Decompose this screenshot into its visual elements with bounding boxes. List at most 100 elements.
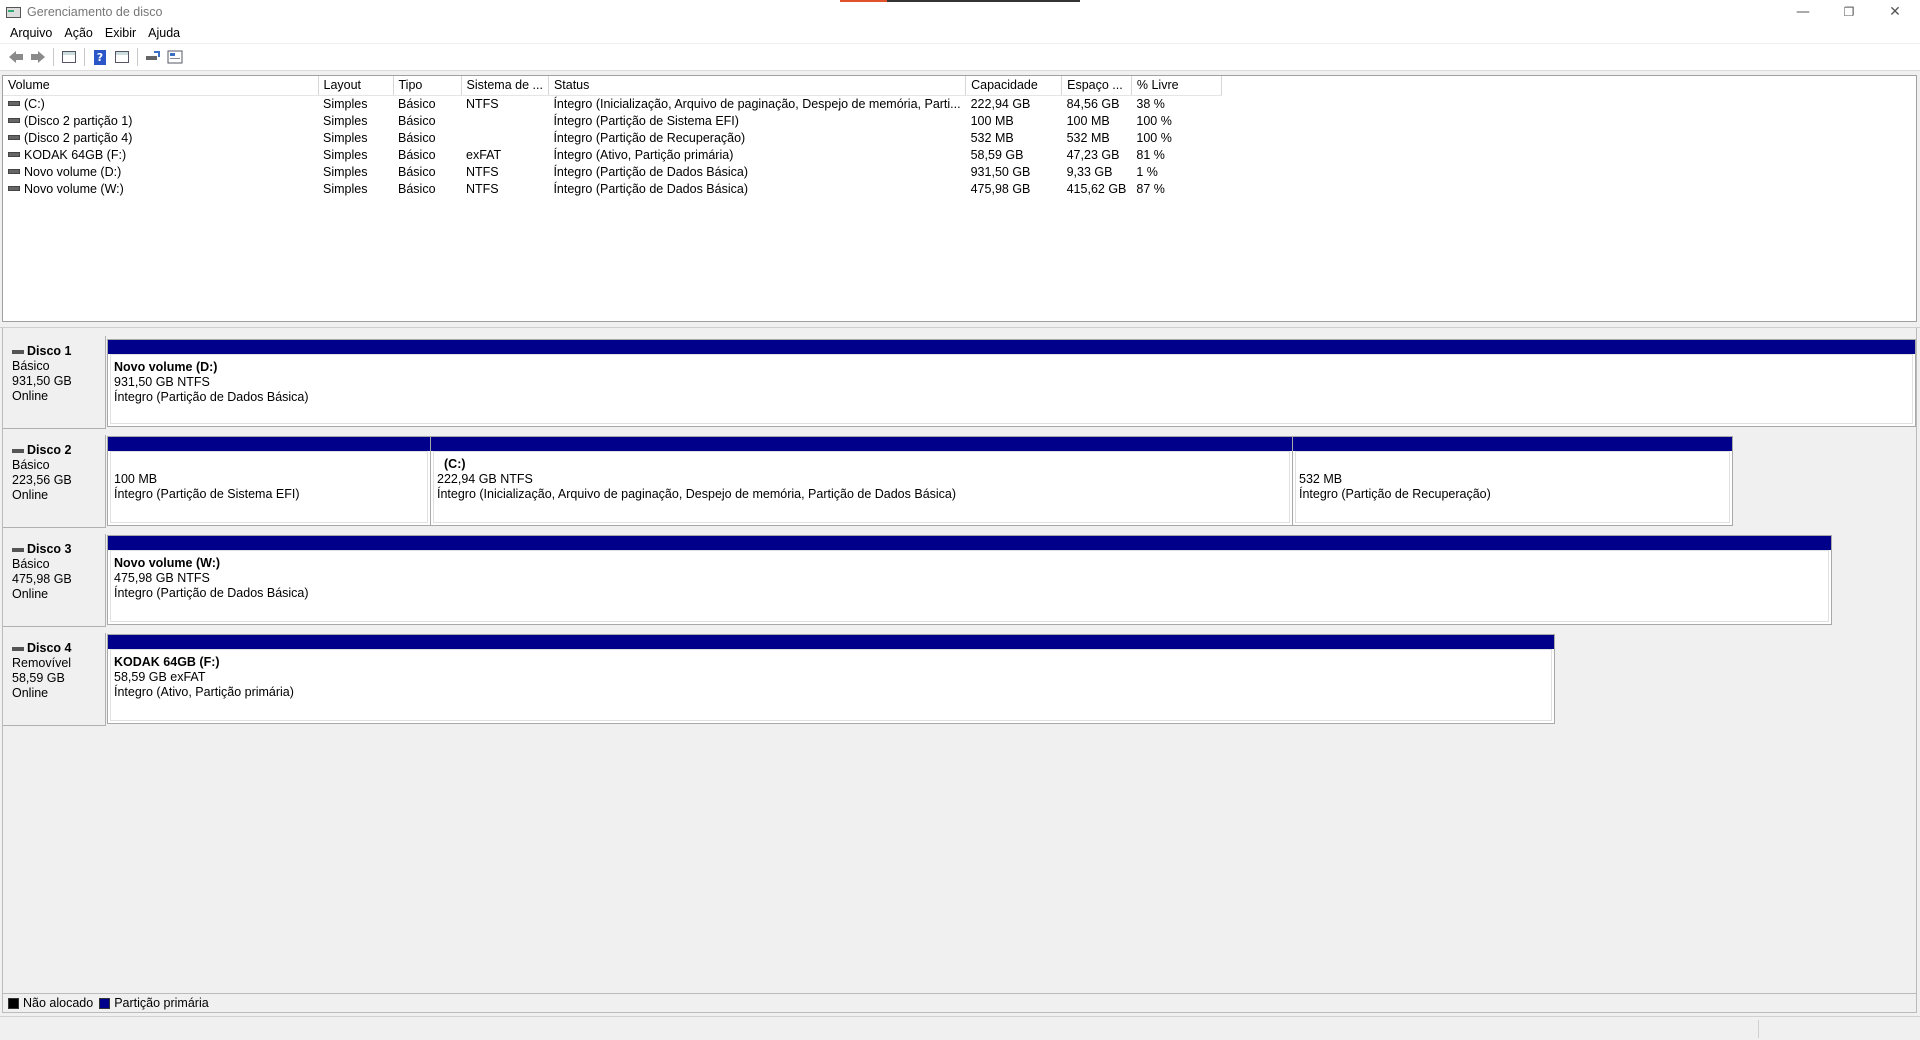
disk-management-app-icon <box>5 4 21 20</box>
layout-cell: Simples <box>323 113 368 128</box>
rescan-icon[interactable] <box>142 46 164 68</box>
tipo-cell: Básico <box>398 130 436 145</box>
tipo-cell: Básico <box>398 113 436 128</box>
partition-status: Íntegro (Inicialização, Arquivo de pagin… <box>437 487 957 501</box>
disk-list-icon[interactable] <box>164 46 186 68</box>
status-cell: Íntegro (Ativo, Partição primária) <box>553 147 734 162</box>
disk-name: Disco 2 <box>12 443 105 458</box>
column-header-volume[interactable]: Volume <box>3 76 319 96</box>
partition-d[interactable]: Novo volume (D:) 931,50 GB NTFS Íntegro … <box>107 339 1916 427</box>
filesystem-cell: NTFS <box>466 164 499 179</box>
partition-size: 58,59 GB exFAT <box>114 670 206 684</box>
disk-graphical-view: Disco 1 Básico 931,50 GB Online Novo vol… <box>2 328 1917 993</box>
volume-cell: Novo volume (W:) <box>3 180 318 197</box>
column-header-tipo[interactable]: Tipo <box>393 76 462 96</box>
filesystem-cell: exFAT <box>466 147 502 162</box>
capacity-cell: 475,98 GB <box>970 181 1031 196</box>
disk-type: Básico <box>12 359 50 373</box>
back-arrow-icon[interactable] <box>5 46 27 68</box>
free-space-cell: 100 MB <box>1066 113 1110 128</box>
status-cell: Íntegro (Partição de Dados Básica) <box>553 181 748 196</box>
primary-partition-bar <box>108 437 430 451</box>
partition-name: KODAK 64GB (F:) <box>114 655 220 669</box>
partition-name <box>1299 457 1728 472</box>
disk-size: 475,98 GB <box>12 572 72 586</box>
partition-name <box>114 457 426 472</box>
partition-efi[interactable]: 100 MB Íntegro (Partição de Sistema EFI) <box>107 436 431 526</box>
status-cell: Íntegro (Partição de Recuperação) <box>553 130 746 145</box>
partition-size: 475,98 GB NTFS <box>114 571 210 585</box>
layout-cell: Simples <box>323 96 368 111</box>
free-space-cell: 9,33 GB <box>1066 164 1113 179</box>
partition-c[interactable]: (C:) 222,94 GB NTFS Íntegro (Inicializaç… <box>430 436 1293 526</box>
column-header-layout[interactable]: Layout <box>318 76 394 96</box>
help-icon[interactable]: ? <box>89 46 111 68</box>
disk-1-label[interactable]: Disco 1 Básico 931,50 GB Online <box>3 336 106 429</box>
table-row[interactable]: KODAK 64GB (F:) Simples Básico exFAT Ínt… <box>3 146 1221 163</box>
restore-button[interactable]: ❐ <box>1826 0 1872 23</box>
disk-name: Disco 1 <box>12 344 105 359</box>
partition-size: 931,50 GB NTFS <box>114 375 210 389</box>
menu-acao[interactable]: Ação <box>58 26 99 40</box>
table-row[interactable]: Novo volume (W:) Simples Básico NTFS Ínt… <box>3 180 1221 197</box>
disk-state: Online <box>12 488 49 502</box>
volume-cell: Novo volume (D:) <box>3 163 318 180</box>
drive-icon <box>8 168 20 174</box>
partition-status: Íntegro (Partição de Recuperação) <box>1299 487 1491 501</box>
unallocated-swatch <box>8 997 19 1009</box>
disk-3-label[interactable]: Disco 3 Básico 475,98 GB Online <box>3 534 106 627</box>
disk-size: 931,50 GB <box>12 374 72 388</box>
primary-partition-bar <box>108 635 1554 649</box>
table-row[interactable]: Novo volume (D:) Simples Básico NTFS Ínt… <box>3 163 1221 180</box>
menu-arquivo[interactable]: Arquivo <box>4 26 58 40</box>
legend-primary-partition: Partição primária <box>99 996 209 1010</box>
column-header-capacidade[interactable]: Capacidade <box>965 76 1063 96</box>
volume-cell: (Disco 2 partição 1) <box>3 112 318 129</box>
column-header-sistema[interactable]: Sistema de ... <box>461 76 549 96</box>
filesystem-cell <box>461 129 548 146</box>
menu-ajuda[interactable]: Ajuda <box>142 26 186 40</box>
free-space-cell: 532 MB <box>1066 130 1110 145</box>
minimize-button[interactable]: — <box>1780 0 1826 23</box>
disk-type: Básico <box>12 557 50 571</box>
forward-arrow-icon[interactable] <box>27 46 49 68</box>
column-header-livre[interactable]: % Livre <box>1131 76 1222 96</box>
layout-cell: Simples <box>323 147 368 162</box>
free-space-cell: 415,62 GB <box>1066 181 1127 196</box>
tipo-cell: Básico <box>398 181 436 196</box>
disk-4-label[interactable]: Disco 4 Removível 58,59 GB Online <box>3 633 106 726</box>
status-bar-separator <box>1758 1020 1759 1038</box>
menu-bar: Arquivo Ação Exibir Ajuda <box>0 23 1920 43</box>
menu-exibir[interactable]: Exibir <box>99 26 142 40</box>
table-row[interactable]: (Disco 2 partição 4) Simples Básico Ínte… <box>3 129 1221 146</box>
partition-recovery[interactable]: 532 MB Íntegro (Partição de Recuperação) <box>1292 436 1733 526</box>
disk-name: Disco 3 <box>12 542 105 557</box>
volume-cell: KODAK 64GB (F:) <box>3 146 318 163</box>
console-tree-icon[interactable] <box>58 46 80 68</box>
percent-free-cell: 87 % <box>1136 181 1165 196</box>
partition-status: Íntegro (Partição de Dados Básica) <box>114 390 309 404</box>
disk-size: 58,59 GB <box>12 671 65 685</box>
disk-2-label[interactable]: Disco 2 Básico 223,56 GB Online <box>3 435 106 528</box>
capacity-cell: 931,50 GB <box>970 164 1031 179</box>
free-space-cell: 47,23 GB <box>1066 147 1120 162</box>
capacity-cell: 58,59 GB <box>970 147 1024 162</box>
drive-icon <box>8 134 20 140</box>
partition-f[interactable]: KODAK 64GB (F:) 58,59 GB exFAT Íntegro (… <box>107 634 1555 724</box>
column-header-espaco[interactable]: Espaço ... <box>1061 76 1132 96</box>
drive-icon <box>8 151 20 157</box>
partition-size: 100 MB <box>114 472 158 486</box>
properties-icon[interactable] <box>111 46 133 68</box>
filesystem-cell: NTFS <box>466 96 499 111</box>
close-button[interactable]: ✕ <box>1872 0 1918 23</box>
table-row[interactable]: (Disco 2 partição 1) Simples Básico Ínte… <box>3 112 1221 129</box>
partition-w[interactable]: Novo volume (W:) 475,98 GB NTFS Íntegro … <box>107 535 1832 625</box>
legend-unallocated: Não alocado <box>8 996 93 1010</box>
toolbar: ? <box>0 44 1920 71</box>
legend: Não alocado Partição primária <box>2 993 1917 1013</box>
table-row[interactable]: (C:) Simples Básico NTFS Íntegro (Inicia… <box>3 95 1221 112</box>
primary-partition-swatch <box>99 997 111 1009</box>
column-header-status[interactable]: Status <box>548 76 967 96</box>
volume-list[interactable]: Volume Layout Tipo Sistema de ... Status… <box>2 75 1917 322</box>
window-title: Gerenciamento de disco <box>27 4 163 19</box>
